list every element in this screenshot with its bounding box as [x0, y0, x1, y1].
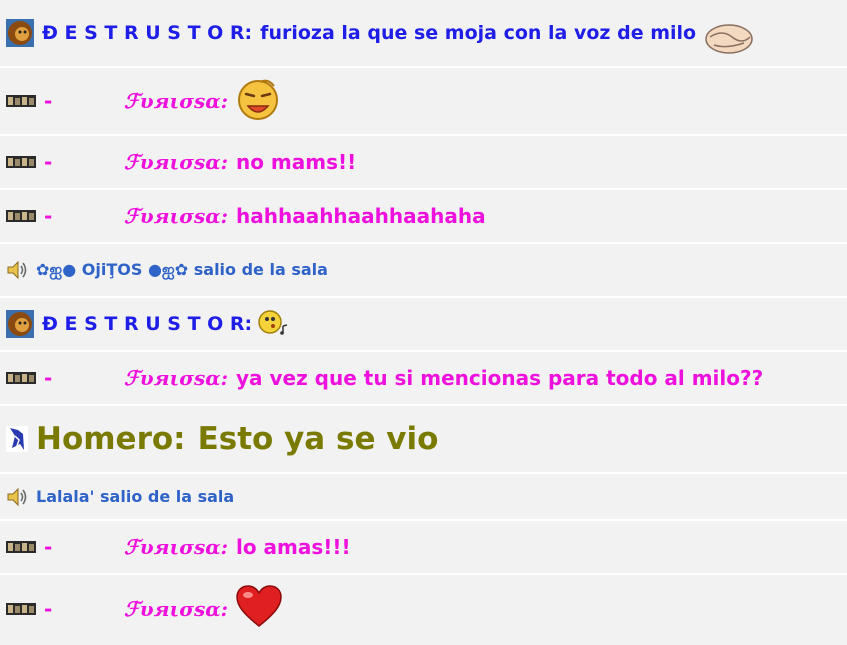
chat-message: Homero: Esto ya se vio [0, 406, 847, 474]
username[interactable]: ℱυяισѕα: [124, 535, 228, 559]
message-text: lo amas!!! [235, 535, 351, 559]
chat-message: - ℱυяισѕα: [0, 575, 847, 643]
chat-message: Đ E S T R U S T O R: furioza la que se m… [0, 0, 847, 68]
chat-message: - ℱυяισѕα: [0, 68, 847, 136]
heart-emoticon-icon [234, 584, 284, 634]
chat-message: - ℱυяισѕα: hahhaahhaahhaahaha [0, 190, 847, 244]
chat-message: - ℱυяισѕα: lo amas!!! [0, 521, 847, 575]
username[interactable]: Đ E S T R U S T O R: [42, 22, 252, 44]
username[interactable]: ℱυяισѕα: [124, 150, 228, 174]
user-avatar-icon [6, 210, 36, 222]
user-avatar-icon [6, 603, 36, 615]
handshake-emoticon-icon [704, 19, 754, 61]
username[interactable]: ℱυяισѕα: [124, 597, 228, 621]
chat-message: - ℱυяισѕα: ya vez que tu si mencionas pa… [0, 352, 847, 406]
whistling-emoticon-icon [256, 308, 292, 340]
user-avatar-icon [6, 541, 36, 553]
message-text: furioza la que se moja con la voz de mil… [260, 22, 697, 44]
separator-dash: - [44, 89, 53, 113]
username[interactable]: Homero: [36, 421, 186, 457]
system-text: ✿ஐ● OjiŢOS ●ஐ✿ salio de la sala [36, 259, 328, 279]
username[interactable]: ℱυяισѕα: [124, 366, 228, 390]
lion-avatar-icon [6, 19, 34, 47]
chat-message: - ℱυяισѕα: no mams!! [0, 136, 847, 190]
message-text: ya vez que tu si mencionas para todo al … [235, 366, 764, 390]
homero-avatar-icon [6, 426, 28, 452]
message-text: no mams!! [235, 150, 357, 174]
lion-avatar-icon [6, 310, 34, 338]
user-avatar-icon [6, 156, 36, 168]
separator-dash: - [44, 204, 53, 228]
username[interactable]: Đ E S T R U S T O R: [42, 313, 252, 335]
system-message: Lalala' salio de la sala [0, 474, 847, 521]
username[interactable]: ℱυяισѕα: [124, 204, 228, 228]
separator-dash: - [44, 597, 53, 621]
laughing-emoticon-icon [234, 76, 282, 126]
user-avatar-icon [6, 95, 36, 107]
message-text: Esto ya se vio [197, 421, 439, 457]
message-text: hahhaahhaahhaahaha [235, 204, 486, 228]
system-text: Lalala' salio de la sala [36, 487, 235, 506]
chat-log: Đ E S T R U S T O R: furioza la que se m… [0, 0, 847, 643]
chat-message: Đ E S T R U S T O R: [0, 298, 847, 352]
user-avatar-icon [6, 372, 36, 384]
separator-dash: - [44, 150, 53, 174]
speaker-icon [6, 487, 28, 507]
separator-dash: - [44, 366, 53, 390]
username[interactable]: ℱυяισѕα: [124, 89, 228, 113]
separator-dash: - [44, 535, 53, 559]
speaker-icon [6, 260, 28, 280]
system-message: ✿ஐ● OjiŢOS ●ஐ✿ salio de la sala [0, 244, 847, 298]
